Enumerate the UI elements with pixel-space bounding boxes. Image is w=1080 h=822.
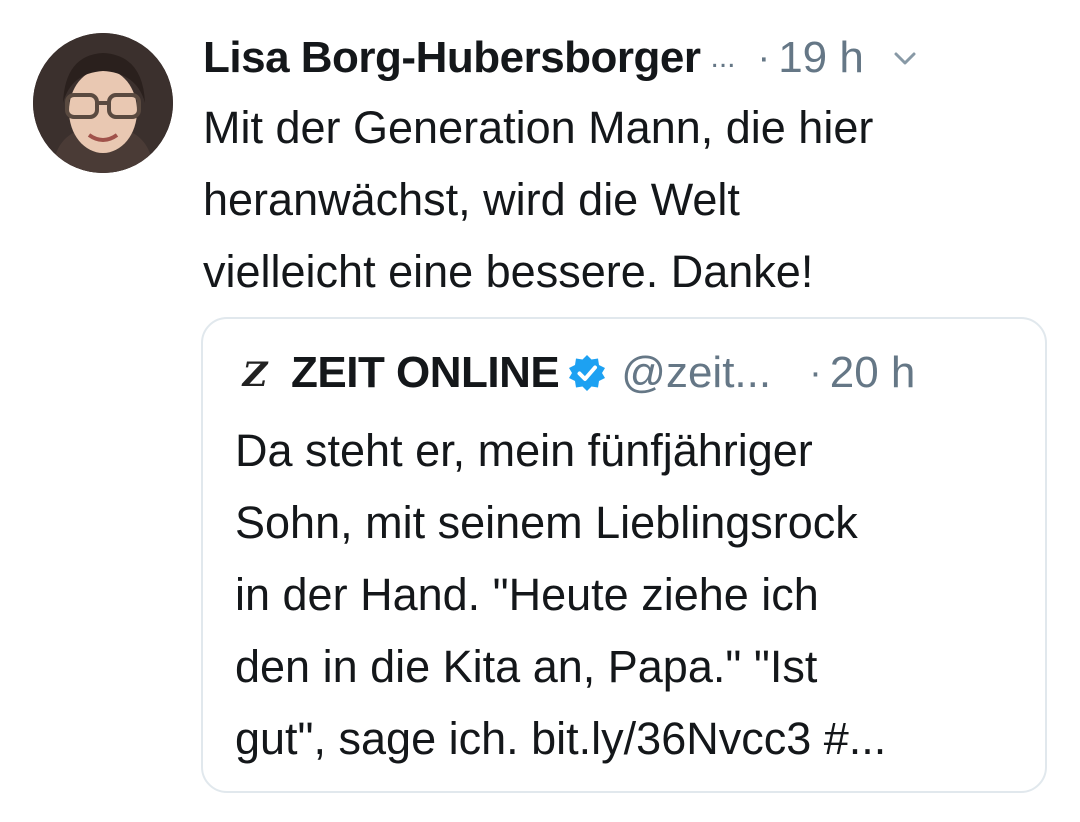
author-name[interactable]: Lisa Borg-Hubersborger bbox=[203, 33, 701, 83]
quoted-author-name[interactable]: ZEIT ONLINE bbox=[291, 348, 560, 398]
tweet-text-line: heranwächst, wird die Welt bbox=[203, 174, 740, 225]
quoted-text-line: Sohn, mit seinem Lieblingsrock bbox=[235, 497, 858, 548]
tweet-text-line: vielleicht eine bessere. Danke! bbox=[203, 246, 814, 297]
quoted-text-line: Da steht er, mein fünfjähriger bbox=[235, 425, 813, 476]
zeit-logo-icon: Z bbox=[237, 353, 273, 395]
tweet-text: Mit der Generation Mann, die hier heranw… bbox=[203, 92, 1043, 308]
quoted-text-line: in der Hand. "Heute ziehe ich bbox=[235, 569, 819, 620]
quoted-tweet[interactable]: Z ZEIT ONLINE @zeit... · 20 h Da steht e… bbox=[201, 317, 1047, 793]
verified-badge-icon bbox=[567, 353, 607, 393]
separator-dot: · bbox=[757, 36, 771, 79]
quoted-timestamp[interactable]: 20 h bbox=[830, 348, 916, 398]
quoted-text-line: gut", sage ich. bit.ly/36Nvcc3 #... bbox=[235, 713, 887, 764]
tweet-header: Lisa Borg-Hubersborger ... · 19 h bbox=[203, 28, 1053, 88]
quoted-tweet-text: Da steht er, mein fünfjähriger Sohn, mit… bbox=[235, 415, 1025, 775]
avatar[interactable] bbox=[33, 33, 173, 173]
quoted-tweet-header: Z ZEIT ONLINE @zeit... · 20 h bbox=[237, 343, 1027, 403]
name-ellipsis: ... bbox=[710, 41, 736, 74]
quoted-handle[interactable]: @zeit... bbox=[621, 348, 771, 398]
avatar-photo bbox=[33, 33, 173, 173]
separator-dot: · bbox=[809, 351, 822, 394]
tweet[interactable]: Lisa Borg-Hubersborger ... · 19 h Mit de… bbox=[0, 0, 1080, 822]
chevron-down-icon[interactable] bbox=[892, 45, 918, 71]
tweet-text-line: Mit der Generation Mann, die hier bbox=[203, 102, 874, 153]
quoted-text-line: den in die Kita an, Papa." "Ist bbox=[235, 641, 818, 692]
svg-text:Z: Z bbox=[241, 355, 269, 393]
tweet-timestamp[interactable]: 19 h bbox=[778, 33, 864, 83]
